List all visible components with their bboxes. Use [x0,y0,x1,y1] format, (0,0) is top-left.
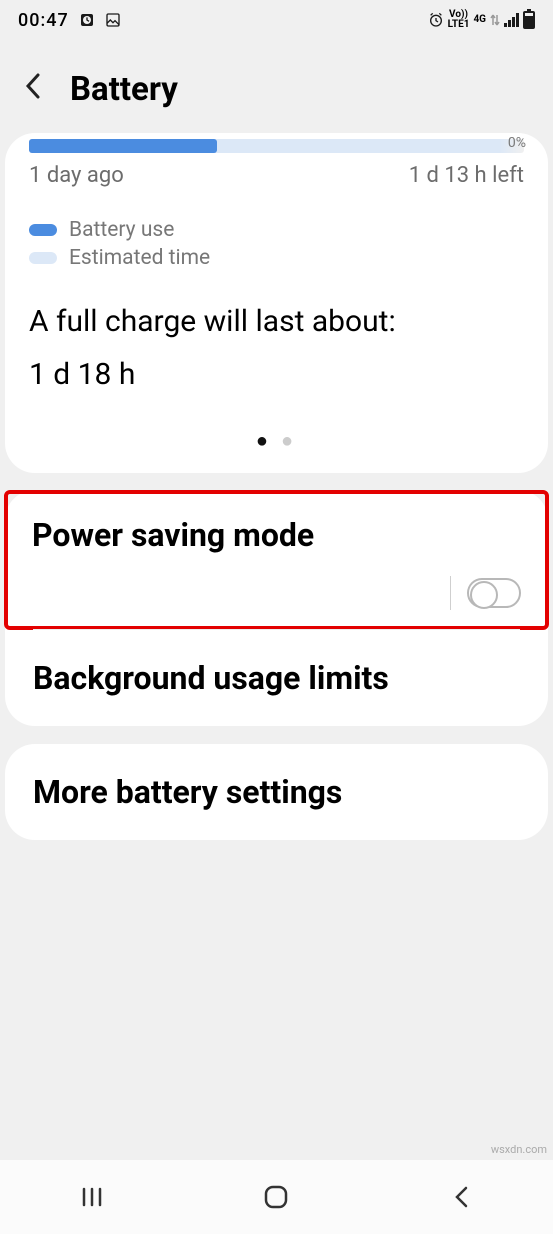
battery-percent-label: 0% [508,135,526,151]
power-saving-toggle[interactable] [467,578,521,608]
battery-status-card: 0% 1 day ago 1 d 13 h left Battery use E… [5,133,548,473]
power-saving-mode-row[interactable]: Power saving mode [4,490,549,630]
page-title: Battery [70,70,178,109]
time-ago-label: 1 day ago [29,163,124,188]
battery-icon [523,11,535,29]
image-icon [105,12,121,28]
background-usage-limits-row[interactable]: Background usage limits [5,630,548,726]
legend: Battery use Estimated time [29,218,524,270]
clock-icon [79,12,95,28]
power-saving-label: Power saving mode [32,516,521,554]
legend-est-pill [29,252,57,264]
home-button[interactable] [258,1179,294,1215]
legend-est-label: Estimated time [69,246,210,270]
full-charge-label: A full charge will last about: [29,302,524,343]
page-header: Battery [0,40,553,133]
nav-back-button[interactable] [443,1179,479,1215]
back-button[interactable] [18,72,48,107]
legend-use-pill [29,224,57,236]
legend-use-label: Battery use [69,218,174,242]
network-type: 4G [473,15,486,25]
signal-icon [504,13,519,27]
volte-label: Vo)) LTE1 [448,10,470,30]
full-charge-value: 1 d 18 h [29,357,524,392]
status-time: 00:47 [18,10,69,31]
alarm-icon [428,12,444,28]
divider [450,576,451,610]
time-left-label: 1 d 13 h left [409,163,524,188]
recents-button[interactable] [74,1179,110,1215]
power-settings-card: Power saving mode Background usage limit… [5,490,548,726]
page-indicator[interactable]: ● ● [29,428,524,453]
status-bar: 00:47 Vo)) LTE1 4G [0,0,553,40]
watermark: wsxdn.com [491,1143,547,1156]
data-arrows-icon [490,13,500,27]
more-settings-card: More battery settings [5,744,548,840]
status-left: 00:47 [18,10,121,31]
battery-bar: 0% [29,133,524,153]
navigation-bar [0,1160,553,1234]
more-battery-settings-row[interactable]: More battery settings [5,744,548,840]
status-right: Vo)) LTE1 4G [428,10,535,30]
